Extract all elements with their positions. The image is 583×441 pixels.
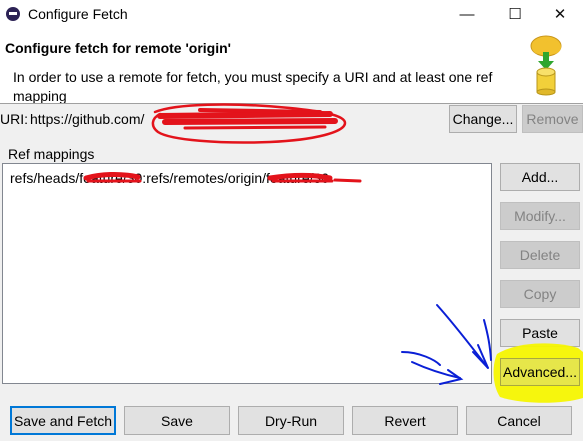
paste-button[interactable]: Paste — [500, 319, 580, 347]
cancel-button[interactable]: Cancel — [466, 406, 572, 435]
window-title: Configure Fetch — [28, 6, 128, 22]
save-button[interactable]: Save — [124, 406, 230, 435]
save-and-fetch-button[interactable]: Save and Fetch — [10, 406, 116, 435]
title-bar: Configure Fetch — ☐ ✕ — [0, 0, 583, 30]
advanced-button[interactable]: Advanced... — [500, 358, 580, 386]
dialog-description: In order to use a remote for fetch, you … — [13, 69, 493, 104]
delete-button[interactable]: Delete — [500, 241, 580, 269]
copy-button[interactable]: Copy — [500, 280, 580, 308]
uri-value: https://github.com/ — [30, 111, 145, 127]
revert-button[interactable]: Revert — [352, 406, 458, 435]
header-separator — [0, 103, 583, 104]
minimize-button[interactable]: — — [444, 0, 490, 30]
maximize-button[interactable]: ☐ — [492, 0, 538, 30]
close-button[interactable]: ✕ — [537, 0, 583, 30]
add-button[interactable]: Add... — [500, 163, 580, 191]
eclipse-app-icon — [6, 7, 20, 21]
ref-mappings-label: Ref mappings — [8, 146, 95, 162]
modify-button[interactable]: Modify... — [500, 202, 580, 230]
dialog-heading: Configure fetch for remote 'origin' — [5, 40, 231, 56]
redaction-scribble — [151, 103, 347, 144]
cloud-fetch-icon — [530, 35, 562, 96]
remove-uri-button[interactable]: Remove — [522, 105, 583, 133]
change-uri-button[interactable]: Change... — [449, 105, 517, 133]
dry-run-button[interactable]: Dry-Run — [238, 406, 344, 435]
ref-mapping-item[interactable]: refs/heads/feature/30:refs/remotes/origi… — [10, 170, 329, 186]
dialog-header: Configure fetch for remote 'origin' In o… — [0, 30, 583, 104]
uri-label: URI: — [0, 111, 28, 127]
ref-mappings-list[interactable]: refs/heads/feature/30:refs/remotes/origi… — [2, 163, 492, 384]
